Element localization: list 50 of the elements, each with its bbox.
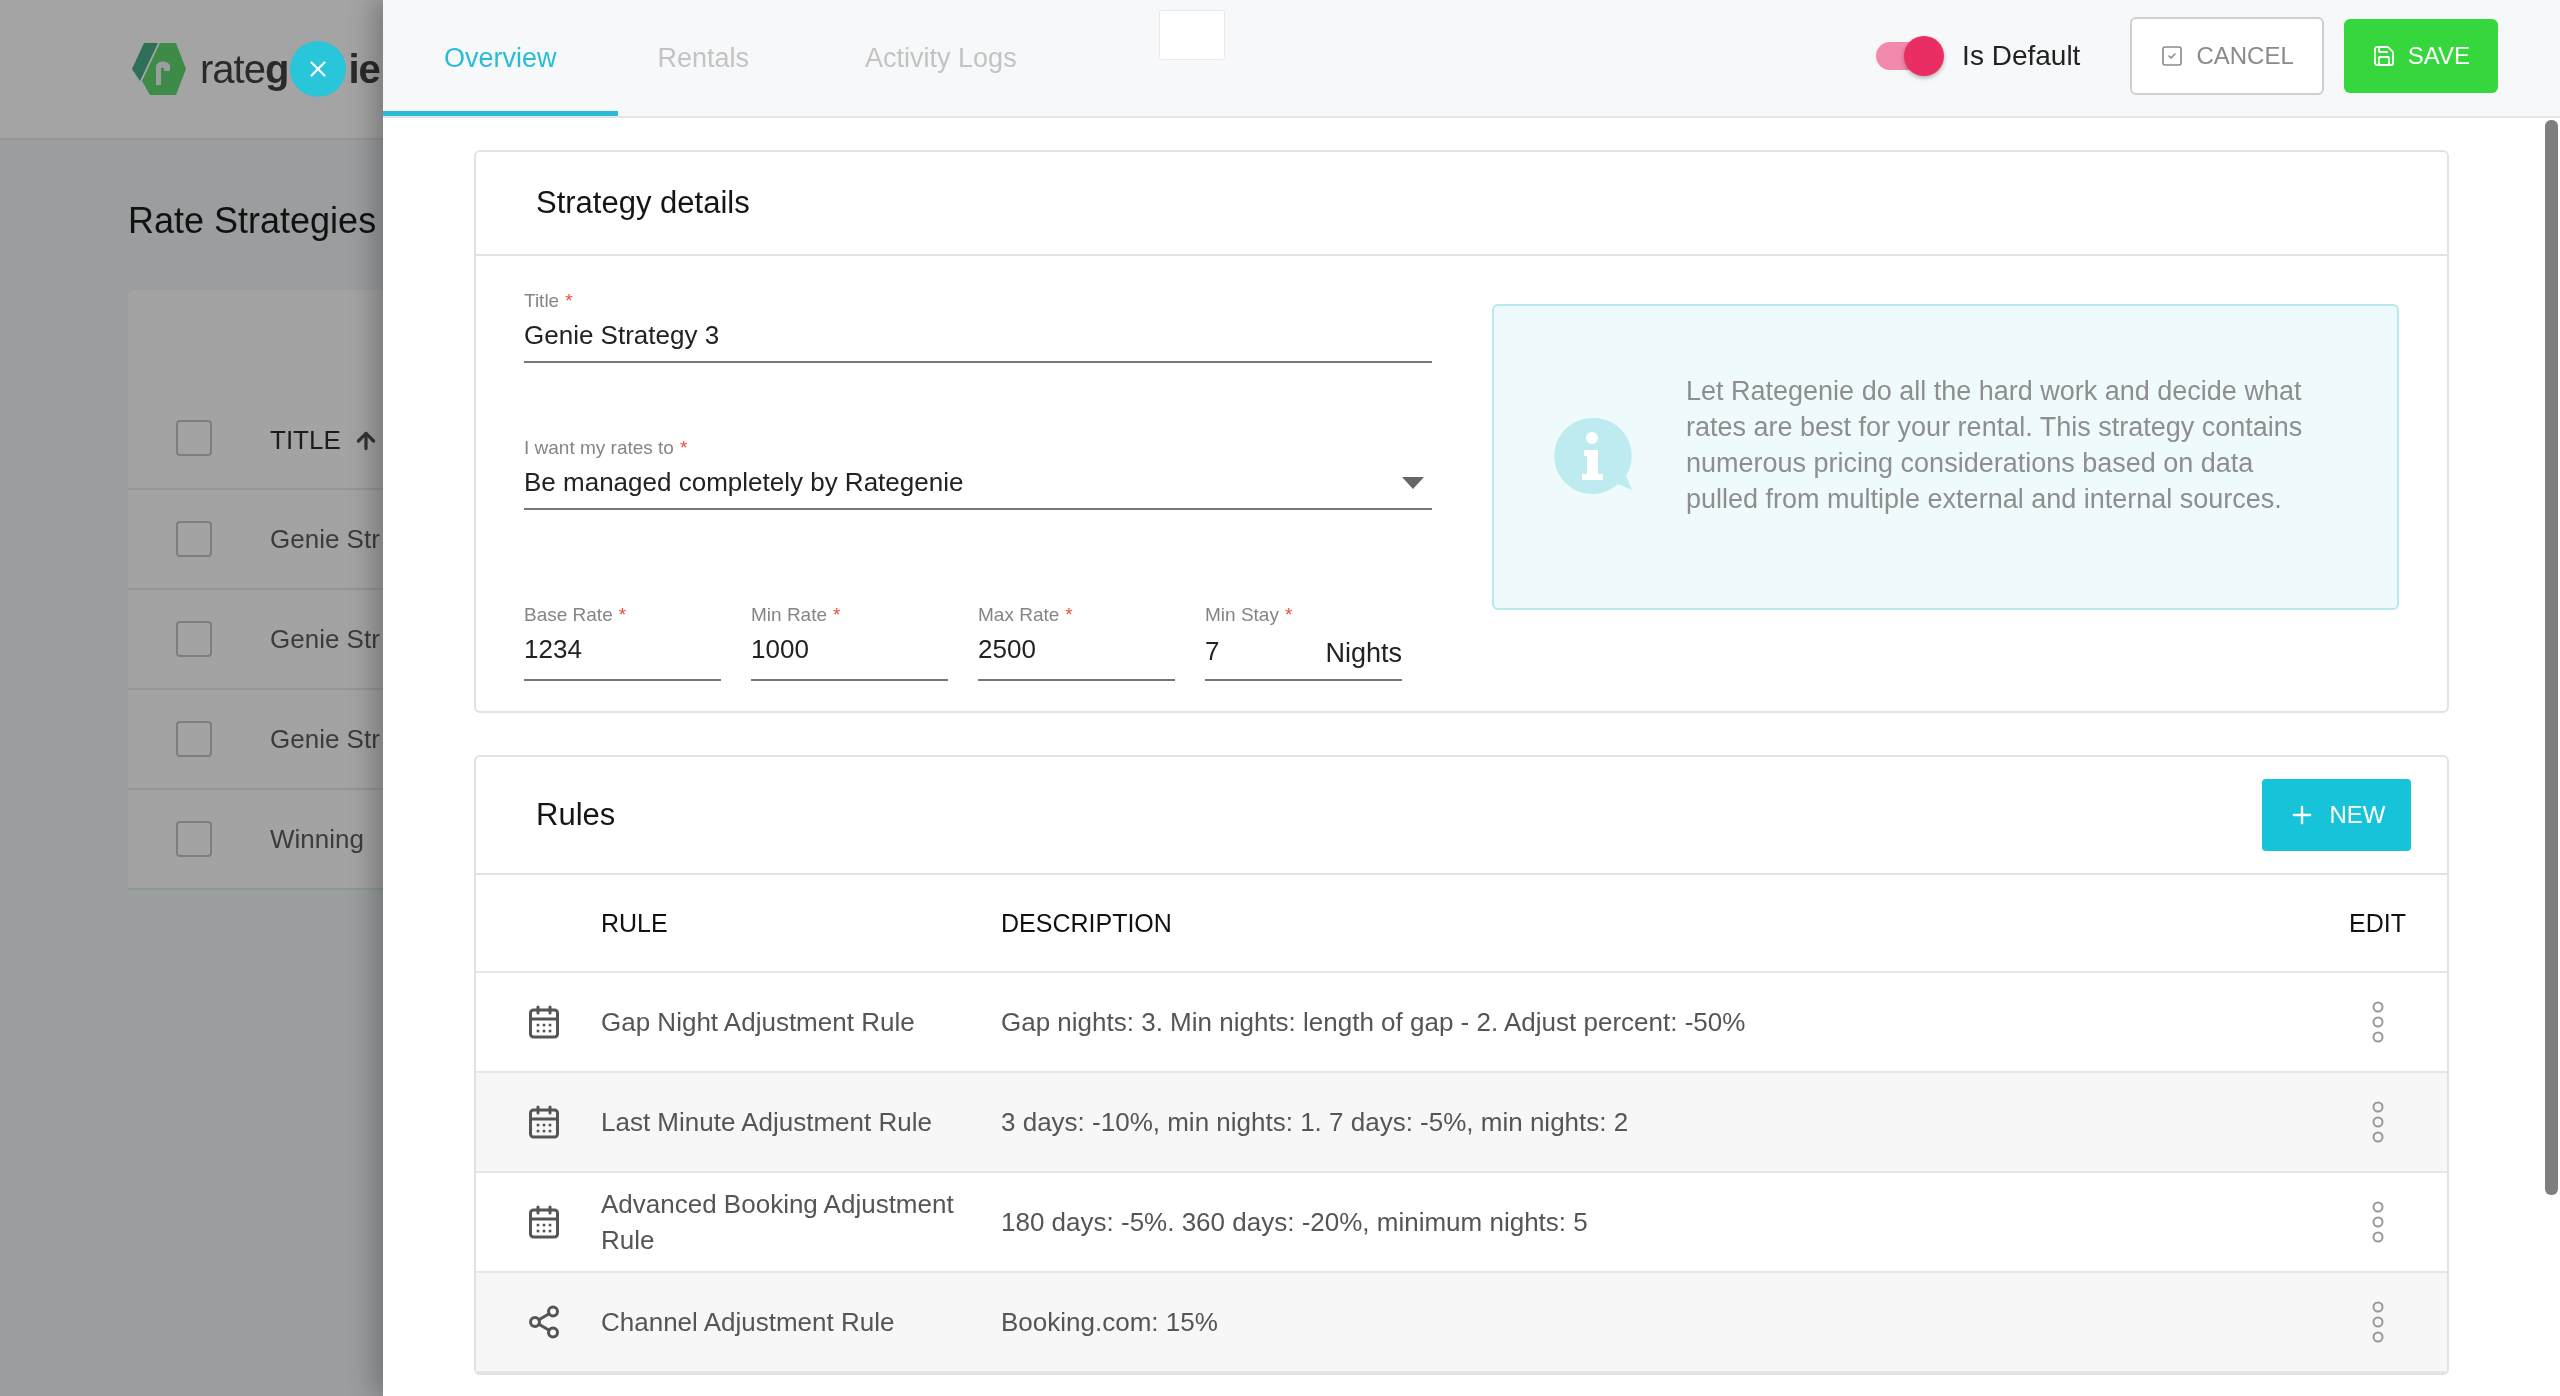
checkbox[interactable]: [176, 521, 212, 557]
page-title: Rate Strategies: [127, 199, 378, 243]
rule-name: Channel Adjustment Rule: [601, 1306, 896, 1339]
more-options-icon[interactable]: [2371, 1201, 2385, 1243]
checkbox[interactable]: [176, 721, 212, 757]
checkbox[interactable]: [176, 821, 212, 857]
column-header[interactable]: TITLE: [270, 425, 379, 456]
table-cell: Genie Str: [270, 623, 380, 655]
checkbox[interactable]: [176, 420, 212, 456]
field-label: Title *: [524, 290, 574, 312]
unit-label: Nights: [1325, 638, 1402, 669]
save-icon: [2371, 44, 2396, 68]
toggle-label: Is Default: [1962, 40, 2081, 72]
more-options-icon[interactable]: [2371, 1301, 2385, 1343]
field-label: Max Rate *: [978, 604, 1074, 626]
rule-name: Gap Night Adjustment Rule: [601, 1006, 916, 1039]
table-cell: Winning: [270, 823, 364, 855]
scrollbar[interactable]: [2545, 120, 2558, 1195]
info-text: Let Rategenie do all the hard work and decide what rates are best for your rental. This strategy contains numerous pricing considerations based on data pulled from multiple external and internal sources.: [1686, 375, 2304, 516]
logo-text: rateg: [200, 46, 289, 92]
rule-description: 180 days: -5%. 360 days: -20%, minimum nights: 5: [1001, 1206, 1589, 1239]
field-label: I want my rates to *: [524, 437, 689, 459]
rule-name: Advanced Booking Adjustment Rule: [601, 1188, 955, 1257]
title-field[interactable]: Title * Genie Strategy 3: [524, 290, 1432, 363]
rule-name: Last Minute Adjustment Rule: [601, 1106, 933, 1139]
table-cell: Genie Str: [270, 723, 380, 755]
dropdown-arrow-icon: [1402, 476, 1424, 489]
rates-select[interactable]: I want my rates to * Be managed completely by Rategenie: [524, 437, 1432, 510]
checkbox-icon: [2160, 44, 2185, 68]
logo-text: ie: [348, 46, 380, 92]
column-header: RULE: [601, 908, 669, 938]
column-header: DESCRIPTION: [1001, 908, 1173, 938]
field-label: Min Rate *: [751, 604, 842, 626]
more-options-icon[interactable]: [2371, 1001, 2385, 1043]
card-title: Strategy details: [536, 185, 750, 221]
cancel-button[interactable]: CANCEL: [2130, 17, 2324, 95]
rate-field[interactable]: Min Rate * 1000: [751, 604, 948, 681]
rule-description: Gap nights: 3. Min nights: length of gap - 2. Adjust percent: -50%: [1001, 1006, 1747, 1039]
table-cell: Genie Str: [270, 523, 380, 555]
checkbox[interactable]: [176, 621, 212, 657]
rule-description: 3 days: -10%, min nights: 1. 7 days: -5%, min nights: 2: [1001, 1106, 1630, 1139]
rate-field[interactable]: Min Stay * 7 Nights: [1205, 604, 1402, 681]
rule-description: Booking.com: 15%: [1001, 1306, 1219, 1339]
column-header: EDIT: [2348, 908, 2407, 938]
rate-field[interactable]: Base Rate * 1234: [524, 604, 721, 681]
more-options-icon[interactable]: [2371, 1101, 2385, 1143]
field-label: Min Stay *: [1205, 604, 1294, 626]
field-label: Base Rate *: [524, 604, 628, 626]
rate-field[interactable]: Max Rate * 2500: [978, 604, 1175, 681]
card-title: Rules: [536, 797, 616, 833]
